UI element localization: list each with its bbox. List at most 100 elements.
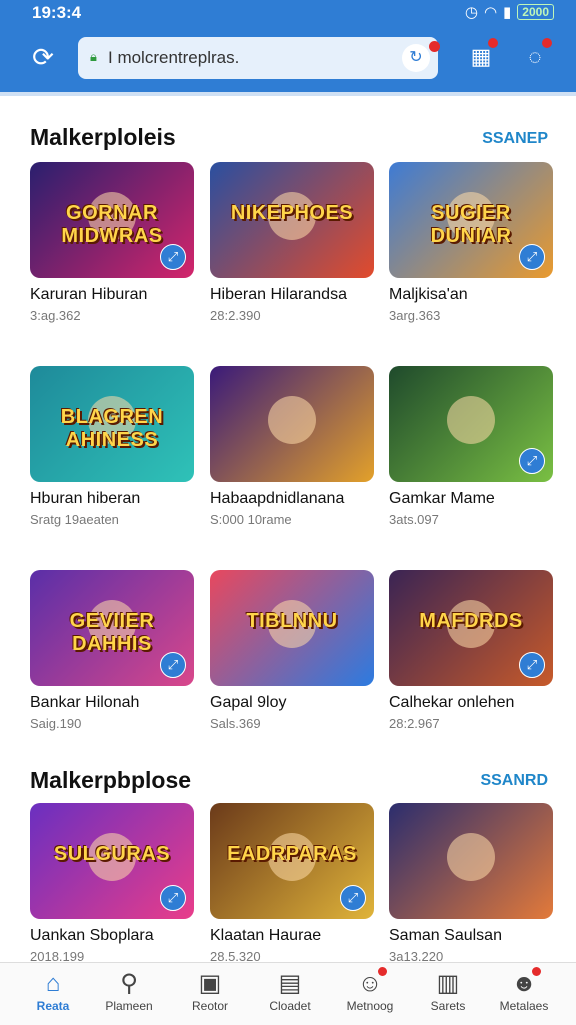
game-title[interactable]: Calhekar onlehen (389, 694, 553, 712)
nav-item-reotor[interactable]: ▣ Reotor (174, 969, 246, 1013)
game-meta: 28:2.967 (389, 716, 440, 731)
character-illustration (447, 833, 495, 881)
game-logo-text: SULGURAS (53, 843, 171, 865)
game-title[interactable]: Maljkisa'an (389, 286, 553, 304)
notification-dot (532, 967, 541, 976)
game-logo-text: TIBLNNU (246, 610, 338, 632)
game-title[interactable]: Hiberan Hilarandsa (210, 286, 374, 304)
game-thumbnail[interactable]: NIKEPHOES (210, 162, 374, 278)
game-card[interactable]: Saman Saulsan 3a13.220 (389, 803, 553, 964)
game-card[interactable]: TIBLNNU Gapal 9loy Sals.369 (210, 570, 374, 731)
notification-dot (488, 38, 498, 48)
tabs-button[interactable]: ▦ (466, 38, 498, 72)
play-badge-icon[interactable]: ⤢ (160, 244, 186, 270)
game-title[interactable]: Uankan Sboplara (30, 927, 194, 945)
section-title: Malkerploleis (30, 124, 176, 150)
nav-item-cloadet[interactable]: ▤ Cloadet (254, 969, 326, 1013)
game-thumbnail[interactable]: GORNAR MIDWRAS ⤢ (30, 162, 194, 278)
game-title[interactable]: Habaapdnidlanana (210, 490, 374, 508)
game-thumbnail[interactable] (389, 803, 553, 919)
game-card[interactable]: GEVIIER DAHHIS ⤢ Bankar Hilonah Saig.190 (30, 570, 194, 731)
bottom-navigation: ⌂ Reata ⚲ Plameen ▣ Reotor ▤ Cloadet ☺ Metnoog ▥ Sa… (0, 962, 576, 1025)
game-card[interactable]: SUGIER DUNIAR ⤢ Maljkisa'an 3arg.363 (389, 162, 553, 323)
game-logo-text: GORNAR MIDWRAS (61, 202, 163, 247)
store-icon: ▣ (198, 970, 222, 997)
game-card[interactable]: MAFDRDS ⤢ Calhekar onlehen 28:2.967 (389, 570, 553, 731)
document-icon: ▤ (278, 970, 302, 997)
section-see-all-link[interactable]: SSANRD (480, 772, 548, 790)
nav-label: Reotor (191, 999, 229, 1013)
game-card[interactable]: NIKEPHOES Hiberan Hilarandsa 28:2.390 (210, 162, 374, 323)
game-logo-text: GEVIIER DAHHIS (69, 610, 155, 655)
game-title[interactable]: Karuran Hiburan (30, 286, 194, 304)
chat-button[interactable]: ◌ (520, 38, 552, 72)
game-meta: 3ats.097 (389, 512, 439, 527)
nav-item-plameen[interactable]: ⚲ Plameen (93, 969, 165, 1013)
game-thumbnail[interactable] (210, 366, 374, 482)
game-meta: S:000 10rame (210, 512, 292, 527)
game-meta: Sals.369 (210, 716, 261, 731)
url-bar[interactable]: 🔒︎ I molcrentreplras. ↻ (78, 37, 440, 79)
nav-label: Reata (36, 999, 70, 1013)
game-title[interactable]: Gapal 9loy (210, 694, 374, 712)
nav-item-metnoog[interactable]: ☺ Metnoog (334, 967, 406, 1013)
controller-icon: ☺ (355, 967, 387, 999)
play-badge-icon[interactable]: ⤢ (160, 885, 186, 911)
game-meta: 3:ag.362 (30, 308, 81, 323)
reload-icon: ↻ (409, 49, 423, 66)
game-thumbnail[interactable]: MAFDRDS ⤢ (389, 570, 553, 686)
character-illustration (447, 396, 495, 444)
nav-label: Plameen (105, 999, 153, 1013)
game-title[interactable]: Hburan hiberan (30, 490, 194, 508)
game-card[interactable]: BLAGREN AHINESS Hburan hiberan Sratg 19aea… (30, 366, 194, 527)
nav-label: Cloadet (269, 999, 311, 1013)
notification-dot (378, 967, 387, 976)
game-title[interactable]: Bankar Hilonah (30, 694, 194, 712)
refresh-button[interactable]: ⟳ (28, 42, 58, 72)
game-card[interactable]: Habaapdnidlanana S:000 10rame (210, 366, 374, 527)
wifi-icon: ◠ (483, 4, 498, 21)
game-thumbnail[interactable]: EADRPARAS ⤢ (210, 803, 374, 919)
game-thumbnail[interactable]: SULGURAS ⤢ (30, 803, 194, 919)
game-meta: Sratg 19aeaten (30, 512, 119, 527)
play-badge-icon[interactable]: ⤢ (340, 885, 366, 911)
play-badge-icon[interactable]: ⤢ (160, 652, 186, 678)
character-illustration (268, 396, 316, 444)
tabs-icon: ▦ (470, 44, 492, 69)
nav-item-reata[interactable]: ⌂ Reata (17, 969, 89, 1013)
game-thumbnail[interactable]: GEVIIER DAHHIS ⤢ (30, 570, 194, 686)
nav-label: Metnoog (346, 999, 394, 1013)
game-card[interactable]: SULGURAS ⤢ Uankan Sboplara 2018.199 (30, 803, 194, 964)
refresh-icon: ⟳ (32, 42, 54, 72)
game-thumbnail[interactable]: ⤢ (389, 366, 553, 482)
game-thumbnail[interactable]: TIBLNNU (210, 570, 374, 686)
profile-icon: ☻ (509, 967, 541, 999)
game-card[interactable]: GORNAR MIDWRAS ⤢ Karuran Hiburan 3:ag.362 (30, 162, 194, 323)
game-title[interactable]: Klaatan Haurae (210, 927, 374, 945)
notification-dot (429, 41, 440, 52)
game-title[interactable]: Saman Saulsan (389, 927, 553, 945)
lock-icon: 🔒︎ (90, 49, 97, 64)
game-meta: Saig.190 (30, 716, 82, 731)
search-icon: ⚲ (120, 970, 138, 997)
status-time: 19:3:4 (32, 3, 82, 22)
game-title[interactable]: Gamkar Mame (389, 490, 553, 508)
play-badge-icon[interactable]: ⤢ (519, 652, 545, 678)
game-thumbnail[interactable]: SUGIER DUNIAR ⤢ (389, 162, 553, 278)
section-see-all-link[interactable]: SSANEP (482, 130, 548, 148)
play-badge-icon[interactable]: ⤢ (519, 244, 545, 270)
reload-button[interactable]: ↻ (402, 44, 430, 72)
nav-label: Metalaes (499, 999, 549, 1013)
game-meta: 28:2.390 (210, 308, 261, 323)
home-icon: ⌂ (45, 970, 61, 997)
game-card[interactable]: ⤢ Gamkar Mame 3ats.097 (389, 366, 553, 527)
play-badge-icon[interactable]: ⤢ (519, 448, 545, 474)
game-card[interactable]: EADRPARAS ⤢ Klaatan Haurae 28.5.320 (210, 803, 374, 964)
game-thumbnail[interactable]: BLAGREN AHINESS (30, 366, 194, 482)
signal-icon: ▮ (503, 4, 512, 21)
book-icon: ▥ (436, 970, 460, 997)
nav-item-metalaes[interactable]: ☻ Metalaes (488, 967, 560, 1013)
status-bar: 19:3:4 ◷ ◠ ▮ 2000 (0, 0, 576, 26)
notification-dot (542, 38, 552, 48)
nav-item-sarets[interactable]: ▥ Sarets (412, 969, 484, 1013)
